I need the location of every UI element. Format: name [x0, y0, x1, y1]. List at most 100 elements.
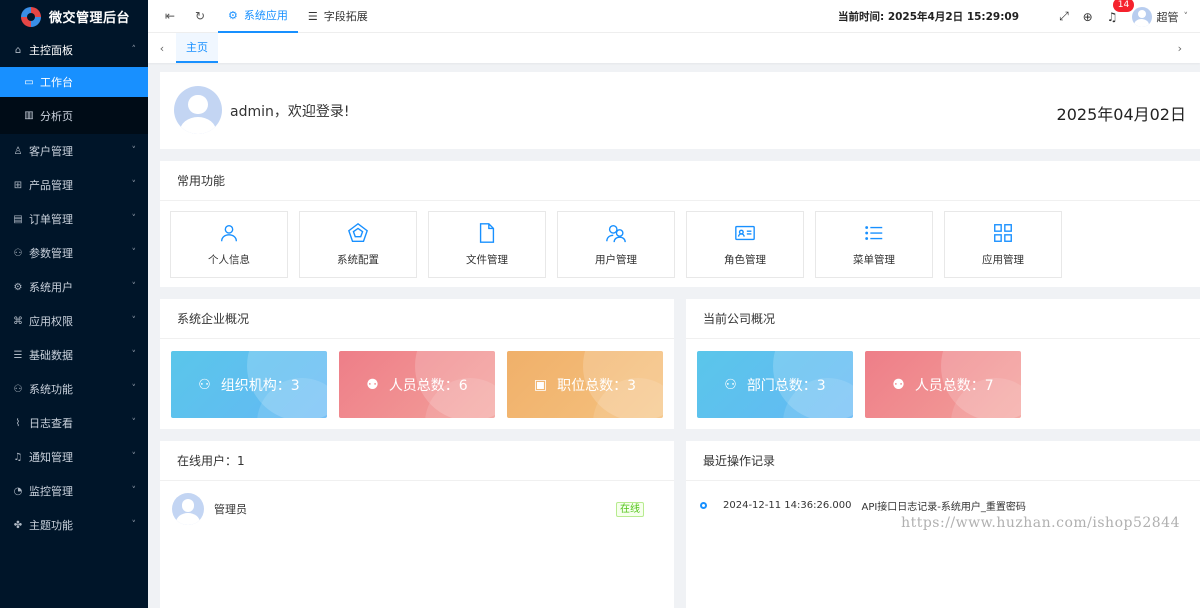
- chevron-down-icon: ˅: [131, 350, 137, 360]
- common-functions-card: 常用功能 个人信息 系统配置 文件管理 用户管理 角色管理 菜单管理 应用管理: [160, 161, 1200, 287]
- chevron-down-icon: ˅: [131, 520, 137, 530]
- chevron-down-icon: ˅: [131, 146, 137, 156]
- grid-icon: ⊞: [13, 179, 23, 191]
- sidebar-item-params[interactable]: ⚇ 参数管理 ˅: [0, 236, 148, 270]
- list-icon: ☰: [307, 9, 318, 23]
- list-item: 管理员 在线: [172, 493, 662, 525]
- stat-label: 职位总数：3: [557, 377, 637, 394]
- tab-label: 系统应用: [243, 9, 288, 22]
- chevron-down-icon: ˅: [131, 418, 137, 428]
- id-card-icon: [735, 225, 755, 241]
- stat-staff-total[interactable]: ⚉ 人员总数：6: [339, 351, 495, 418]
- sidebar-item-themes[interactable]: ✤ 主题功能 ˅: [0, 508, 148, 542]
- function-profile[interactable]: 个人信息: [170, 211, 288, 278]
- tab-field-extension[interactable]: ☰ 字段拓展: [298, 0, 378, 33]
- stat-label: 人员总数：7: [914, 377, 994, 394]
- sidebar-item-system-users[interactable]: ⚙ 系统用户 ˅: [0, 270, 148, 304]
- user-icon: [220, 224, 238, 242]
- stat-organizations[interactable]: ⚇ 组织机构：3: [171, 351, 327, 418]
- refresh-icon[interactable]: ↻: [188, 9, 212, 23]
- top-header: ⇤ ↻ ⚙ 系统应用 ☰ 字段拓展 当前时间: 2025年4月2日 15:29:…: [148, 0, 1200, 33]
- avatar: [172, 493, 204, 525]
- gear-icon: ⚙: [228, 8, 238, 22]
- welcome-date: 2025年04月02日: [1056, 105, 1186, 124]
- current-time: 当前时间: 2025年4月2日 15:29:09: [837, 11, 1020, 23]
- function-label: 应用管理: [982, 254, 1024, 266]
- fullscreen-icon[interactable]: ⤢: [1059, 9, 1069, 24]
- gear-icon: ⚙: [13, 281, 23, 293]
- sidebar-item-label: 基础数据: [29, 349, 73, 362]
- system-overview-card: 系统企业概况 ⚇ 组织机构：3 ⚉ 人员总数：6 ▣ 职位总数：3: [160, 299, 674, 429]
- chevron-left-icon[interactable]: ‹: [148, 42, 176, 55]
- notification-button[interactable]: ♫ 14: [1107, 0, 1135, 24]
- sidebar-item-products[interactable]: ⊞ 产品管理 ˅: [0, 168, 148, 202]
- sidebar: 微交管理后台 ⌂ 主控面板 ˄ ▭ 工作台 ▥ 分析页 ♙ 客户管理 ˅ ⊞ 产品管理…: [0, 0, 148, 608]
- sidebar-item-notifications[interactable]: ♫ 通知管理 ˅: [0, 440, 148, 474]
- record-text: API接口日志记录-系统用户_重置密码: [861, 502, 1026, 513]
- dashboard-icon: ◔: [13, 485, 23, 497]
- function-user-management[interactable]: 用户管理: [557, 211, 675, 278]
- page-tabs-bar: ‹ 主页 ›: [148, 33, 1200, 63]
- notification-badge: 14: [1112, 0, 1135, 12]
- card-title: 常用功能: [160, 161, 1200, 201]
- chevron-up-icon: ˄: [131, 45, 137, 55]
- tab-label: 字段拓展: [323, 10, 368, 23]
- sidebar-item-label: 参数管理: [29, 247, 73, 260]
- sidebar-item-dashboard[interactable]: ⌂ 主控面板 ˄: [0, 33, 148, 67]
- sitemap-icon: ⚇: [13, 383, 23, 395]
- chevron-down-icon: ˅: [131, 384, 137, 394]
- function-file-management[interactable]: 文件管理: [428, 211, 546, 278]
- bell-icon: ♫: [13, 451, 23, 463]
- user-menu[interactable]: 超管 ˅: [1131, 6, 1188, 27]
- function-menu-management[interactable]: 菜单管理: [815, 211, 933, 278]
- document-icon: ▤: [13, 213, 23, 225]
- user-icon: ♙: [13, 145, 23, 157]
- chevron-right-icon[interactable]: ›: [1178, 42, 1182, 55]
- chevron-down-icon: ˅: [131, 180, 137, 190]
- status-badge: 在线: [616, 501, 644, 517]
- puzzle-icon: ✤: [13, 519, 23, 531]
- tab-system-apps[interactable]: ⚙ 系统应用: [218, 0, 298, 33]
- function-role-management[interactable]: 角色管理: [686, 211, 804, 278]
- function-system-config[interactable]: 系统配置: [299, 211, 417, 278]
- sitemap-icon: ⚇: [13, 247, 23, 259]
- function-label: 用户管理: [595, 254, 637, 266]
- sidebar-item-customers[interactable]: ♙ 客户管理 ˅: [0, 134, 148, 168]
- sidebar-item-label: 客户管理: [29, 145, 73, 158]
- welcome-greeting: admin，欢迎登录!: [230, 104, 350, 120]
- function-app-management[interactable]: 应用管理: [944, 211, 1062, 278]
- users-icon: ⚉: [892, 376, 905, 393]
- sidebar-item-logs[interactable]: ⌇ 日志查看 ˅: [0, 406, 148, 440]
- stat-positions-total[interactable]: ▣ 职位总数：3: [507, 351, 663, 418]
- sidebar-subitem-analysis[interactable]: ▥ 分析页: [0, 97, 148, 134]
- stat-company-staff[interactable]: ⚉ 人员总数：7: [865, 351, 1021, 418]
- sidebar-subitem-workbench[interactable]: ▭ 工作台: [0, 67, 148, 97]
- card-title: 当前公司概况: [686, 299, 1200, 339]
- sidebar-item-system-functions[interactable]: ⚇ 系统功能 ˅: [0, 372, 148, 406]
- sidebar-item-orders[interactable]: ▤ 订单管理 ˅: [0, 202, 148, 236]
- submenu: ▭ 工作台 ▥ 分析页: [0, 67, 148, 134]
- sitemap-icon: ⚇: [724, 376, 737, 393]
- user-name: 超管: [1156, 10, 1179, 24]
- stat-label: 人员总数：6: [388, 377, 468, 394]
- company-overview-card: 当前公司概况 ⚇ 部门总数：3 ⚉ 人员总数：7: [686, 299, 1200, 429]
- sitemap-icon: ⚇: [198, 376, 211, 393]
- chevron-down-icon: ˅: [131, 282, 137, 292]
- line-chart-icon: ⌇: [15, 417, 21, 429]
- sidebar-item-label: 主控面板: [29, 44, 73, 57]
- menu-fold-icon[interactable]: ⇤: [158, 9, 182, 23]
- function-label: 菜单管理: [853, 254, 895, 266]
- sidebar-item-label: 系统用户: [29, 281, 73, 294]
- page-tab-home[interactable]: 主页: [176, 33, 218, 63]
- list-icon: [865, 226, 883, 240]
- welcome-card: admin，欢迎登录! 2025年04月02日: [160, 72, 1200, 149]
- chevron-down-icon: ˅: [131, 248, 137, 258]
- sidebar-item-monitoring[interactable]: ◔ 监控管理 ˅: [0, 474, 148, 508]
- badge-icon: ▣: [533, 376, 548, 393]
- sidebar-item-base-data[interactable]: ☰ 基础数据 ˅: [0, 338, 148, 372]
- globe-icon[interactable]: ⊕: [1083, 10, 1093, 24]
- function-label: 系统配置: [337, 254, 379, 266]
- list-icon: ☰: [13, 349, 23, 361]
- sidebar-item-app-permissions[interactable]: ⌘ 应用权限 ˅: [0, 304, 148, 338]
- stat-departments[interactable]: ⚇ 部门总数：3: [697, 351, 853, 418]
